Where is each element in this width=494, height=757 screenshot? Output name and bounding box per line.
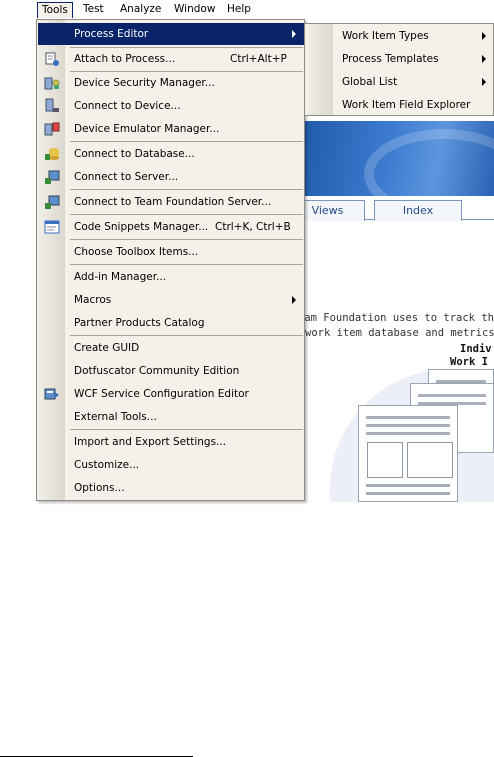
submenu-arrow-icon xyxy=(482,78,486,86)
menu-item-device-security-manager[interactable]: Device Security Manager... xyxy=(38,72,304,94)
diagram-heading-2: Work I xyxy=(450,356,488,368)
attach-process-icon xyxy=(45,52,59,66)
menu-item-options[interactable]: Options... xyxy=(38,477,304,499)
menu-item-label: Device Security Manager... xyxy=(74,77,215,89)
submenu-arrow-icon xyxy=(482,32,486,40)
menu-item-attach-to-process[interactable]: Attach to Process... Ctrl+Alt+P xyxy=(38,48,304,70)
menu-item-label: Macros xyxy=(74,294,112,306)
document-illustration-front xyxy=(358,405,458,502)
menu-item-label: External Tools... xyxy=(74,411,157,423)
submenu-arrow-icon xyxy=(292,296,296,304)
process-editor-submenu: Work Item Types Process Templates Global… xyxy=(304,23,494,116)
menu-item-connect-to-device[interactable]: Connect to Device... xyxy=(38,95,304,117)
menu-item-partner-products-catalog[interactable]: Partner Products Catalog xyxy=(38,312,304,334)
connect-device-icon xyxy=(45,98,59,112)
connect-database-icon xyxy=(45,148,59,160)
menu-item-label: Options... xyxy=(74,482,125,494)
intro-text-line-2: work item database and metrics xyxy=(305,327,494,339)
menu-separator xyxy=(70,264,303,265)
submenu-item-work-item-types[interactable]: Work Item Types xyxy=(306,25,494,47)
menu-item-label: Customize... xyxy=(74,459,140,471)
menu-item-label: Connect to Server... xyxy=(74,171,179,183)
menu-separator xyxy=(70,335,303,336)
menu-item-label: Dotfuscator Community Edition xyxy=(74,365,240,377)
menu-item-code-snippets-manager[interactable]: Code Snippets Manager... Ctrl+K, Ctrl+B xyxy=(38,216,304,238)
menu-item-label: Choose Toolbox Items... xyxy=(74,246,199,258)
menu-item-label: Connect to Database... xyxy=(74,148,195,160)
team-foundation-server-icon xyxy=(45,195,60,209)
menu-item-create-guid[interactable]: Create GUID xyxy=(38,337,304,359)
menu-item-label: Attach to Process... xyxy=(74,53,176,65)
menu-window[interactable]: Window xyxy=(170,2,219,18)
menu-bar: Tools Test Analyze Window Help xyxy=(0,0,494,19)
tools-menu: Process Editor Attach to Process... Ctrl… xyxy=(36,19,305,501)
menu-item-label: WCF Service Configuration Editor xyxy=(74,388,249,400)
menu-item-label: Import and Export Settings... xyxy=(74,436,227,448)
submenu-item-process-templates[interactable]: Process Templates xyxy=(306,48,494,70)
menu-item-label: Process Editor xyxy=(74,28,149,40)
menu-item-customize[interactable]: Customize... xyxy=(38,454,304,476)
document-tabs: Views Index xyxy=(300,200,494,221)
menu-item-choose-toolbox-items[interactable]: Choose Toolbox Items... xyxy=(38,241,304,263)
connect-server-icon xyxy=(45,170,60,184)
menu-item-process-editor[interactable]: Process Editor xyxy=(38,23,304,45)
menu-tools[interactable]: Tools xyxy=(37,2,73,18)
menu-item-add-in-manager[interactable]: Add-in Manager... xyxy=(38,266,304,288)
menu-item-wcf-service-configuration-editor[interactable]: WCF Service Configuration Editor xyxy=(38,383,304,405)
menu-analyze[interactable]: Analyze xyxy=(116,2,165,18)
menu-item-shortcut: Ctrl+Alt+P xyxy=(230,53,287,65)
menu-item-connect-to-database[interactable]: Connect to Database... xyxy=(38,143,304,165)
menu-item-macros[interactable]: Macros xyxy=(38,289,304,311)
menu-item-external-tools[interactable]: External Tools... xyxy=(38,406,304,428)
menu-item-label: Code Snippets Manager... xyxy=(74,221,209,233)
wcf-config-icon xyxy=(44,388,59,400)
tab-views[interactable]: Views xyxy=(300,200,365,221)
code-snippets-icon xyxy=(44,220,60,234)
menu-item-device-emulator-manager[interactable]: Device Emulator Manager... xyxy=(38,118,304,140)
menu-separator xyxy=(70,214,303,215)
submenu-item-global-list[interactable]: Global List xyxy=(306,71,494,93)
submenu-arrow-icon xyxy=(482,55,486,63)
menu-item-label: Add-in Manager... xyxy=(74,271,167,283)
menu-separator xyxy=(70,141,303,142)
menu-separator xyxy=(70,189,303,190)
menu-item-import-export-settings[interactable]: Import and Export Settings... xyxy=(38,431,304,453)
device-security-icon xyxy=(44,77,60,90)
menu-item-shortcut: Ctrl+K, Ctrl+B xyxy=(215,221,291,233)
menu-item-dotfuscator[interactable]: Dotfuscator Community Edition xyxy=(38,360,304,382)
menu-item-label: Connect to Device... xyxy=(74,100,181,112)
menu-item-label: Work Item Field Explorer xyxy=(342,99,471,111)
menu-item-connect-to-team-foundation-server[interactable]: Connect to Team Foundation Server... xyxy=(38,191,304,213)
menu-separator xyxy=(70,429,303,430)
submenu-arrow-icon xyxy=(292,30,296,38)
menu-test[interactable]: Test xyxy=(79,2,108,18)
menu-help[interactable]: Help xyxy=(223,2,255,18)
menu-item-connect-to-server[interactable]: Connect to Server... xyxy=(38,166,304,188)
menu-item-label: Process Templates xyxy=(342,53,439,65)
menu-item-label: Global List xyxy=(342,76,398,88)
menu-item-label: Device Emulator Manager... xyxy=(74,123,220,135)
submenu-item-work-item-field-explorer[interactable]: Work Item Field Explorer xyxy=(306,94,494,116)
diagram-heading-1: Indiv xyxy=(460,343,492,355)
device-emulator-icon xyxy=(44,122,60,136)
menu-item-label: Partner Products Catalog xyxy=(74,317,205,329)
menu-item-label: Connect to Team Foundation Server... xyxy=(74,196,272,208)
header-banner xyxy=(300,121,494,219)
intro-text-line-1: eam Foundation uses to track the xyxy=(300,312,494,324)
tab-index[interactable]: Index xyxy=(374,200,462,221)
menu-item-label: Create GUID xyxy=(74,342,140,354)
menu-item-label: Work Item Types xyxy=(342,30,429,42)
menu-separator xyxy=(70,239,303,240)
